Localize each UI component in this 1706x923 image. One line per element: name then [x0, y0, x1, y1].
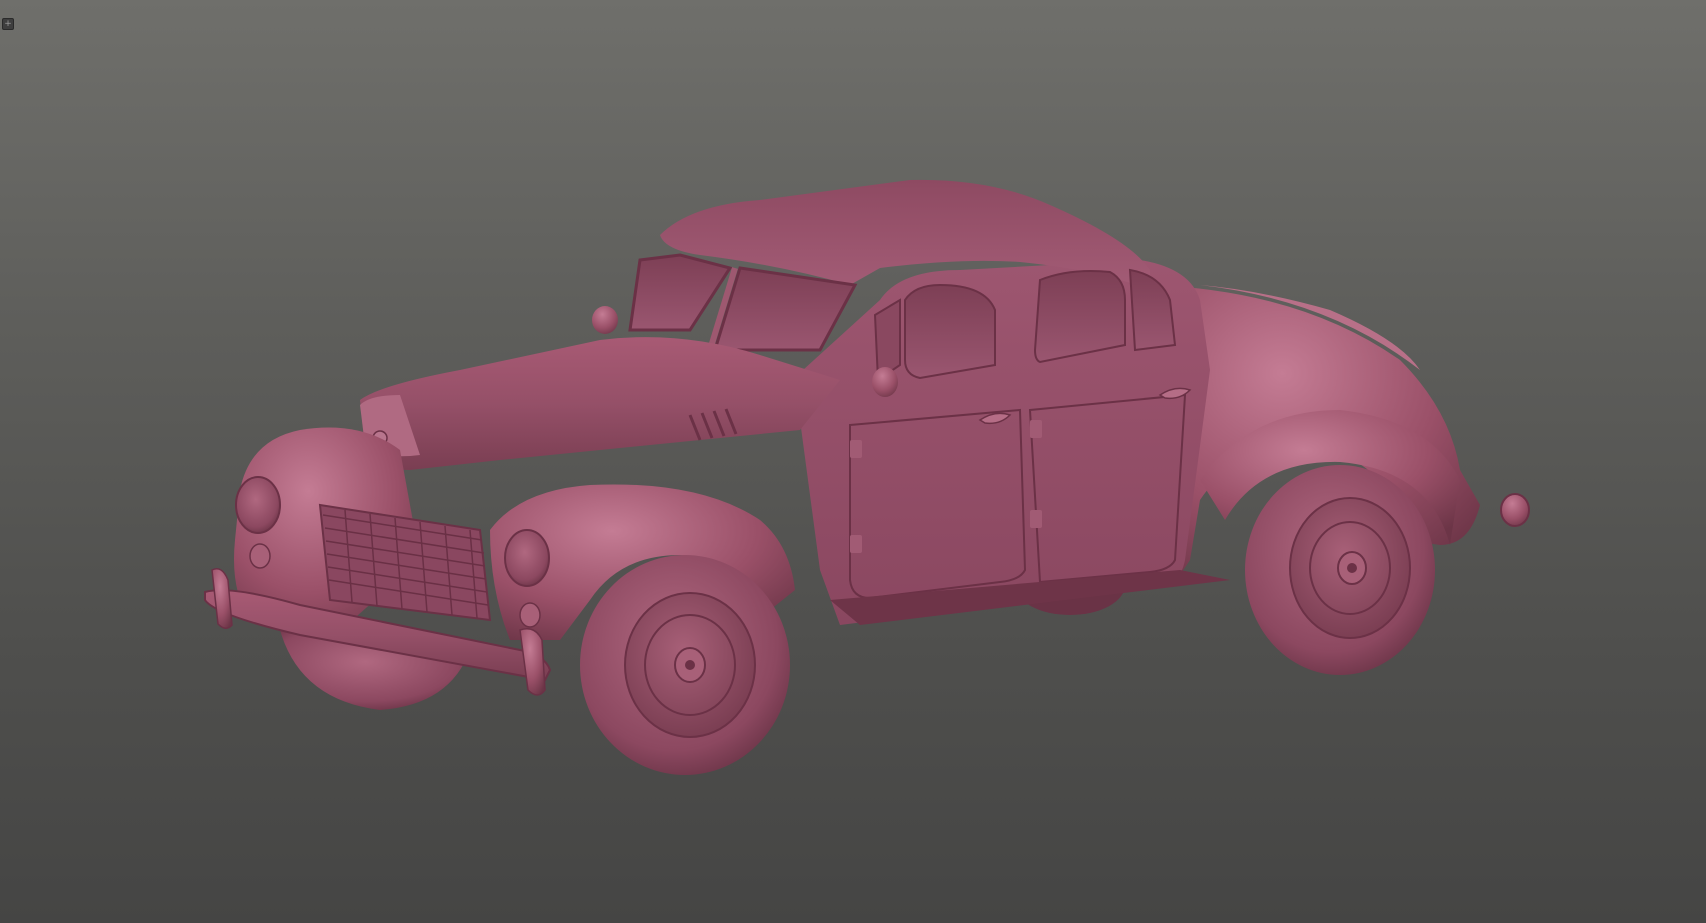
front-grille — [318, 503, 492, 622]
car-model[interactable] — [0, 0, 1706, 923]
front-wheel — [580, 555, 790, 775]
hood — [360, 337, 840, 470]
3d-viewport[interactable]: + — [0, 0, 1706, 923]
rear-wheel — [1245, 465, 1435, 675]
